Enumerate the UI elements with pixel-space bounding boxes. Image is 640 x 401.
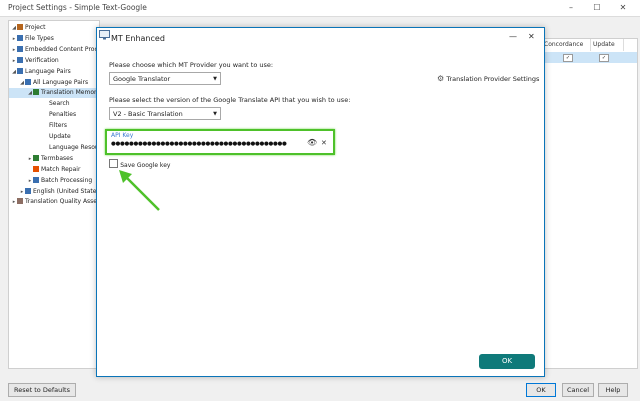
tree-node-icon <box>17 45 23 52</box>
tree-item-label: Verification <box>25 56 59 64</box>
close-icon[interactable]: ✕ <box>612 2 634 14</box>
tree-item-label: Translation Quality Asses <box>25 198 101 206</box>
tree-item-label: Search <box>49 100 70 108</box>
api-key-input[interactable]: ●●●●●●●●●●●●●●●●●●●●●●●●●●●●●●●●●●●●●●● <box>111 141 287 147</box>
tree-item[interactable]: ◢ Project <box>9 23 101 33</box>
tree-item[interactable]: ▸ Translation Quality Asses <box>9 197 101 207</box>
tree-item-label: English (United States <box>33 187 100 195</box>
settings-grid: Concordance Update ✓ ✓ <box>540 38 638 369</box>
settings-tree: ◢ Project ▸ File Types ▸ Embedded Content Pro… <box>8 20 117 369</box>
dialog-minimize-icon[interactable]: — <box>509 32 517 41</box>
eye-icon[interactable]: 👁 <box>307 138 317 147</box>
tree-node-icon <box>33 165 39 172</box>
minimize-icon[interactable]: – <box>560 2 582 14</box>
tree-item-label: Termbases <box>41 154 73 162</box>
tree-item-label: File Types <box>25 34 54 42</box>
tree-item-label: Update <box>49 133 71 140</box>
green-arrow-annotation <box>119 170 160 211</box>
table-row[interactable]: ✓ ✓ <box>541 52 637 63</box>
tree-item-label: Match Repair <box>41 165 81 173</box>
tree-node-icon <box>17 24 23 30</box>
provider-dropdown[interactable]: Google Translator ▼ <box>109 72 221 85</box>
gear-icon: ⚙ <box>437 74 445 83</box>
api-version-dropdown[interactable]: V2 - Basic Translation ▼ <box>109 107 221 120</box>
tree-item-label: Filters <box>49 122 67 130</box>
tree-item[interactable]: ▸ Verification <box>9 56 101 66</box>
tree-node-icon <box>17 34 23 41</box>
tree-item[interactable]: ◢ All Language Pairs <box>9 78 109 88</box>
tree-item-label: Penalties <box>49 111 77 119</box>
dialog-title: MT Enhanced <box>111 34 165 43</box>
tree-node-icon <box>33 154 39 161</box>
column-header-concordance[interactable]: Concordance <box>544 39 591 51</box>
api-key-field[interactable]: API Key ●●●●●●●●●●●●●●●●●●●●●●●●●●●●●●●●… <box>105 129 335 155</box>
tree-item-label: Embedded Content Proc <box>25 45 98 53</box>
clear-icon[interactable]: ✕ <box>321 139 327 147</box>
provider-prompt: Please choose which MT Provider you want… <box>109 61 274 69</box>
footer-bar: Reset to Defaults OK Cancel Help <box>0 380 640 401</box>
api-version-value: V2 - Basic Translation <box>113 110 183 118</box>
window-title: Project Settings - Simple Text-Google <box>8 3 147 12</box>
tree-node-icon <box>17 198 23 205</box>
tree-item[interactable]: ◢ Language Pairs <box>9 67 101 77</box>
tree-node-icon <box>25 78 31 85</box>
tree-item-label: Project <box>25 24 46 31</box>
tree-item-label: All Language Pairs <box>33 78 89 86</box>
tree-item[interactable]: ▸ English (United States <box>9 187 109 197</box>
tree-node-icon <box>25 187 31 194</box>
tree-item-label: Batch Processing <box>41 176 93 184</box>
api-version-prompt: Please select the version of the Google … <box>109 96 351 104</box>
chevron-down-icon: ▼ <box>213 111 217 117</box>
dialog-close-icon[interactable]: ✕ <box>528 32 535 41</box>
api-key-label: API Key <box>111 132 134 139</box>
reset-defaults-button[interactable]: Reset to Defaults <box>8 383 76 397</box>
tree-node-icon <box>17 56 23 63</box>
tree-node-icon <box>33 89 39 96</box>
mt-enhanced-dialog: MT Enhanced — ✕ Please choose which MT P… <box>96 27 545 377</box>
column-header-update[interactable]: Update <box>593 39 624 51</box>
help-button[interactable]: Help <box>598 383 628 397</box>
cancel-button[interactable]: Cancel <box>562 383 594 397</box>
update-checkbox[interactable]: ✓ <box>599 54 609 62</box>
window-title-bar: Project Settings - Simple Text-Google – … <box>0 0 640 17</box>
tree-item[interactable]: ▸ Embedded Content Proc <box>9 45 101 55</box>
chevron-down-icon: ▼ <box>213 76 217 82</box>
provider-value: Google Translator <box>113 75 171 83</box>
provider-settings-link[interactable]: ⚙ Translation Provider Settings <box>437 74 539 83</box>
tree-item-label: Translation Memor <box>41 89 97 97</box>
tree-item-label: Language Pairs <box>25 67 71 75</box>
tree-node-icon <box>33 176 39 183</box>
dialog-ok-button[interactable]: OK <box>479 354 535 369</box>
maximize-icon[interactable]: ☐ <box>586 2 608 14</box>
ok-button[interactable]: OK <box>526 383 556 397</box>
tree-node-icon <box>17 67 23 74</box>
provider-settings-label: Translation Provider Settings <box>446 75 540 83</box>
concordance-checkbox[interactable]: ✓ <box>563 54 573 62</box>
tree-item[interactable]: ▸ File Types <box>9 34 101 44</box>
monitor-icon <box>99 30 110 40</box>
